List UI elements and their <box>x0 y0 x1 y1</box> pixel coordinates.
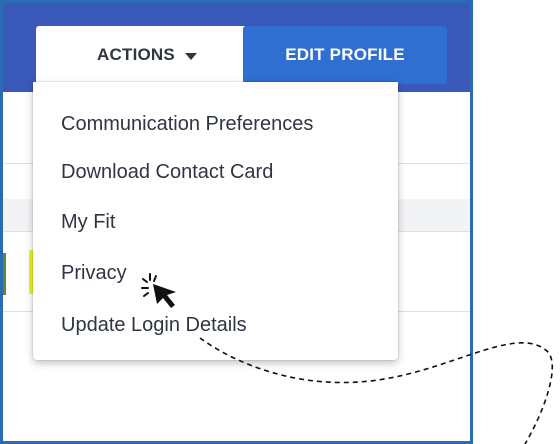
menu-item-communication-preferences[interactable]: Communication Preferences <box>61 109 313 139</box>
menu-item-my-fit[interactable]: My Fit <box>61 207 115 237</box>
actions-dropdown-button[interactable]: ACTIONS <box>36 26 258 84</box>
caret-down-icon <box>184 52 197 60</box>
actions-button-label: ACTIONS <box>97 45 175 64</box>
mouse-pointer-icon <box>141 273 176 308</box>
edit-profile-button[interactable]: EDIT PROFILE <box>243 26 447 84</box>
row-accent-bar <box>3 253 6 295</box>
menu-item-privacy[interactable]: Privacy <box>61 258 127 288</box>
menu-item-download-contact-card[interactable]: Download Contact Card <box>61 157 273 187</box>
actions-dropdown-menu: Communication Preferences Download Conta… <box>33 82 398 360</box>
